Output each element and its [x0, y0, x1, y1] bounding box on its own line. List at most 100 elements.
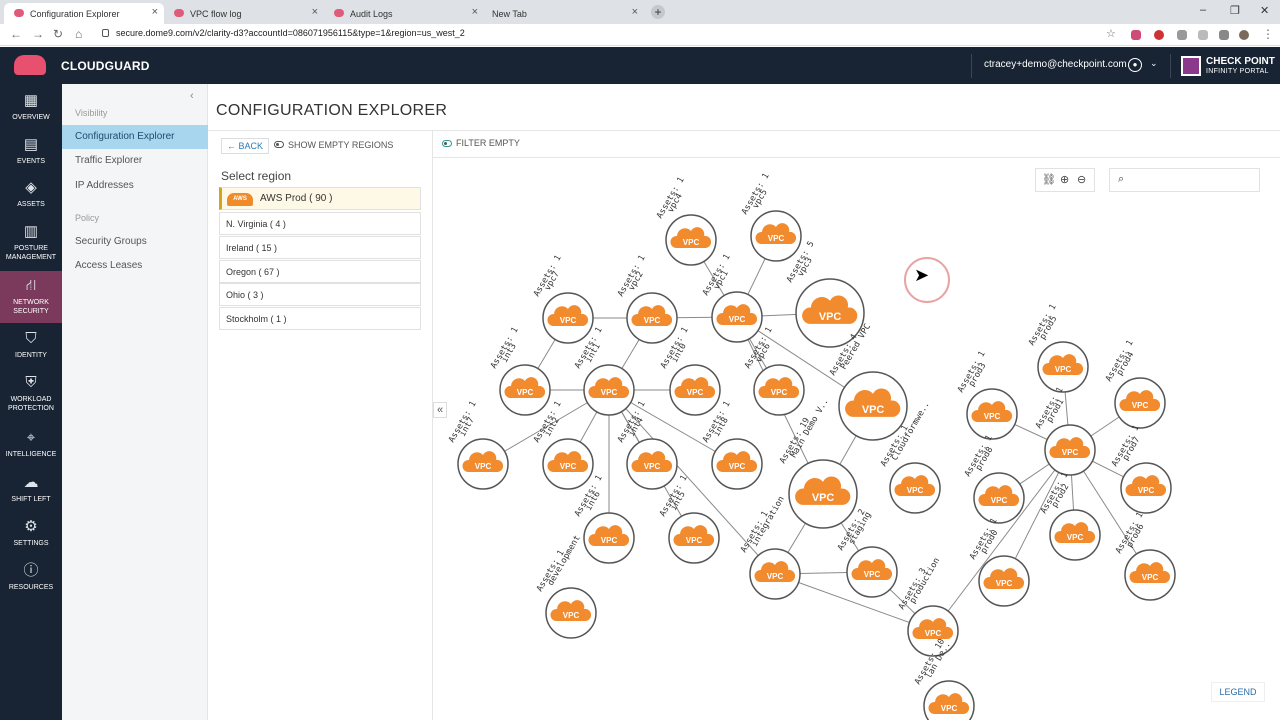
nav-shift-left[interactable]: ☁ SHIFT LEFT [0, 474, 62, 510]
zoom-out-icon[interactable]: ⊖ [1077, 173, 1086, 186]
nav-resources[interactable]: ⓘ RESOURCES [0, 562, 62, 598]
nav-intelligence[interactable]: ⌖ INTELLIGENCE [0, 429, 62, 465]
subnav-ip-addresses[interactable]: IP Addresses [62, 174, 208, 198]
nav-events[interactable]: ▤ EVENTS [0, 136, 62, 172]
region-item-stockholm[interactable]: Stockholm ( 1 ) [219, 307, 421, 330]
vpc-node[interactable]: VPCvpc3Assets: 5 [785, 240, 865, 348]
graph-search-input[interactable]: ⌕ [1109, 168, 1260, 192]
address-bar[interactable]: secure.dome9.com/v2/clarity-d3?accountId… [116, 28, 465, 38]
vpc-node[interactable]: VPCint8Assets: 1 [701, 400, 763, 490]
vpc-node[interactable]: VPCint0Assets: 1 [659, 326, 721, 416]
close-tab-icon[interactable]: × [632, 6, 638, 18]
vpc-node[interactable]: VPCint6Assets: 1 [573, 474, 635, 564]
shield-person-icon: ⛉ [25, 330, 37, 347]
check-point-logo-icon[interactable] [1181, 56, 1201, 76]
vpc-node[interactable]: VPCvpc7Assets: 1 [532, 254, 594, 344]
region-item-ireland[interactable]: Ireland ( 15 ) [219, 236, 421, 259]
subnav-access-leases[interactable]: Access Leases [62, 254, 208, 278]
nav-overview[interactable]: ▦ OVERVIEW [0, 92, 62, 128]
grid-icon: ▦ [23, 92, 39, 109]
nav-network-security[interactable]: ⛙ NETWORK SECURITY [0, 271, 62, 323]
vpc-node[interactable]: VPCprod0Assets: 1 [968, 517, 1030, 607]
vpc-node[interactable]: VPCvpc6Assets: 1 [743, 326, 805, 416]
subnav-configuration-explorer[interactable]: Configuration Explorer [62, 125, 208, 149]
browser-tab-strip: Configuration Explorer × VPC flow log × … [0, 0, 1280, 24]
region-item-aws-prod[interactable]: AWS AWS Prod ( 90 ) [219, 187, 421, 210]
show-empty-regions-toggle[interactable] [274, 141, 284, 148]
subnav-security-groups[interactable]: Security Groups [62, 230, 208, 254]
zoom-in-icon[interactable]: ⊕ [1060, 173, 1069, 186]
browser-tab-new-tab[interactable]: New Tab × [484, 3, 644, 24]
secondary-navigation: ‹ Visibility Configuration Explorer Traf… [62, 84, 208, 720]
forward-arrow-icon[interactable]: → [32, 27, 44, 41]
vpc-node[interactable]: VPCprod2Assets: 1 [1039, 471, 1101, 561]
vpc-node[interactable]: VPCvpc2Assets: 1 [616, 254, 678, 344]
vpc-node[interactable]: VPCstagingAssets: 2 [836, 508, 898, 598]
close-tab-icon[interactable]: × [152, 6, 158, 18]
browser-tab-audit-logs[interactable]: Audit Logs × [324, 3, 484, 24]
vpc-badge-label: VPC [683, 238, 700, 247]
subnav-traffic-explorer[interactable]: Traffic Explorer [62, 149, 208, 173]
vpc-node[interactable]: VPCprod3Assets: 1 [956, 350, 1018, 440]
vpc-node[interactable]: VPCproductionAssets: 3 [897, 556, 959, 657]
home-icon[interactable]: ⌂ [75, 27, 82, 41]
vpc-badge-label: VPC [563, 611, 580, 620]
new-tab-button[interactable]: + [651, 5, 665, 19]
vpc-node[interactable]: VPCvpc4Assets: 1 [655, 176, 717, 266]
show-empty-regions-label: SHOW EMPTY REGIONS [288, 140, 394, 150]
close-tab-icon[interactable]: × [472, 6, 478, 18]
vpc-node[interactable]: VPCprod6Assets: 1 [1114, 511, 1176, 601]
vpc-node[interactable]: VPCprod4Assets: 1 [1104, 339, 1166, 429]
browser-tab-configuration-explorer[interactable]: Configuration Explorer × [4, 3, 164, 24]
region-item-ohio[interactable]: Ohio ( 3 ) [219, 283, 421, 306]
filter-empty-toggle[interactable] [442, 140, 452, 147]
vpc-node[interactable]: VPCint7Assets: 1 [447, 400, 509, 490]
browser-menu-icon[interactable]: ⋮ [1262, 27, 1274, 41]
expand-panel-icon[interactable]: « [433, 402, 447, 418]
extension-icon[interactable] [1154, 30, 1164, 40]
vpc-node[interactable]: VPCint4Assets: 1 [616, 400, 678, 490]
browser-tab-vpc-flow-log[interactable]: VPC flow log × [164, 3, 324, 24]
nav-assets[interactable]: ◈ ASSETS [0, 179, 62, 215]
vpc-node[interactable]: VPCint2Assets: 1 [532, 400, 594, 490]
vpc-badge-label: VPC [729, 462, 746, 471]
legend-button[interactable]: LEGEND [1211, 682, 1265, 702]
vpc-node[interactable]: VPCvpc5Assets: 1 [740, 172, 802, 262]
vpc-node[interactable]: VPCprod7Assets: 1 [1110, 424, 1172, 514]
extension-icon[interactable] [1198, 30, 1208, 40]
bookmark-star-icon[interactable]: ☆ [1106, 27, 1116, 40]
close-window-icon[interactable]: ✕ [1260, 4, 1269, 17]
network-graph[interactable]: VPC vpc4 Assets: 1 VPC vpc5 Assets: 1 VPC vpc7 A… [433, 158, 1280, 720]
reload-icon[interactable]: ↻ [53, 27, 63, 41]
vpc-node[interactable]: VPCint3Assets: 1 [489, 326, 551, 416]
vpc-node[interactable]: VPCprod1Assets: 1 [1034, 386, 1096, 476]
nav-workload-protection[interactable]: ⛨ WORKLOAD PROTECTION [0, 374, 62, 418]
nav-posture-management[interactable]: ▥ POSTURE MANAGEMENT [0, 223, 62, 267]
close-tab-icon[interactable]: × [312, 6, 318, 18]
extension-icon[interactable] [1219, 30, 1229, 40]
restore-icon[interactable]: ❐ [1230, 4, 1240, 17]
region-item-oregon[interactable]: Oregon ( 67 ) [219, 260, 421, 283]
cloud-icon: ☁ [23, 474, 39, 491]
nav-label: OVERVIEW [12, 114, 50, 121]
user-menu[interactable]: ctracey+demo@checkpoint.com ● ⌄ [971, 54, 1171, 78]
network-graph-canvas[interactable]: VPCvpc4Assets: 1 VPCvpc5Assets: 1 VPCvpc7A… [433, 158, 1280, 720]
vpc-node[interactable]: VPCint5Assets: 1 [658, 474, 720, 564]
minimize-icon[interactable]: – [1200, 4, 1206, 16]
nav-identity[interactable]: ⛉ IDENTITY [0, 330, 62, 366]
collapse-chevron-icon[interactable]: ‹ [190, 90, 194, 102]
clipboard-icon: ▤ [23, 136, 39, 153]
back-arrow-icon[interactable]: ← [10, 27, 22, 41]
vpc-badge-label: VPC [771, 388, 788, 397]
layout-tree-icon[interactable]: ⛓ [1042, 173, 1056, 186]
vpc-node[interactable]: VPCprod8Assets: 1 [963, 434, 1025, 524]
nav-settings[interactable]: ⚙ SETTINGS [0, 518, 62, 554]
region-item-n-virginia[interactable]: N. Virginia ( 4 ) [219, 212, 421, 235]
nav-label: EVENTS [16, 158, 45, 165]
vpc-node[interactable]: VPCprod5Assets: 1 [1027, 303, 1089, 393]
back-button[interactable]: ← BACK [221, 138, 270, 154]
extension-icon[interactable] [1177, 30, 1187, 40]
vpc-node[interactable]: VPCvpc1Assets: 1 [701, 253, 763, 343]
extension-icon[interactable] [1131, 30, 1141, 40]
profile-avatar[interactable] [1239, 30, 1249, 40]
